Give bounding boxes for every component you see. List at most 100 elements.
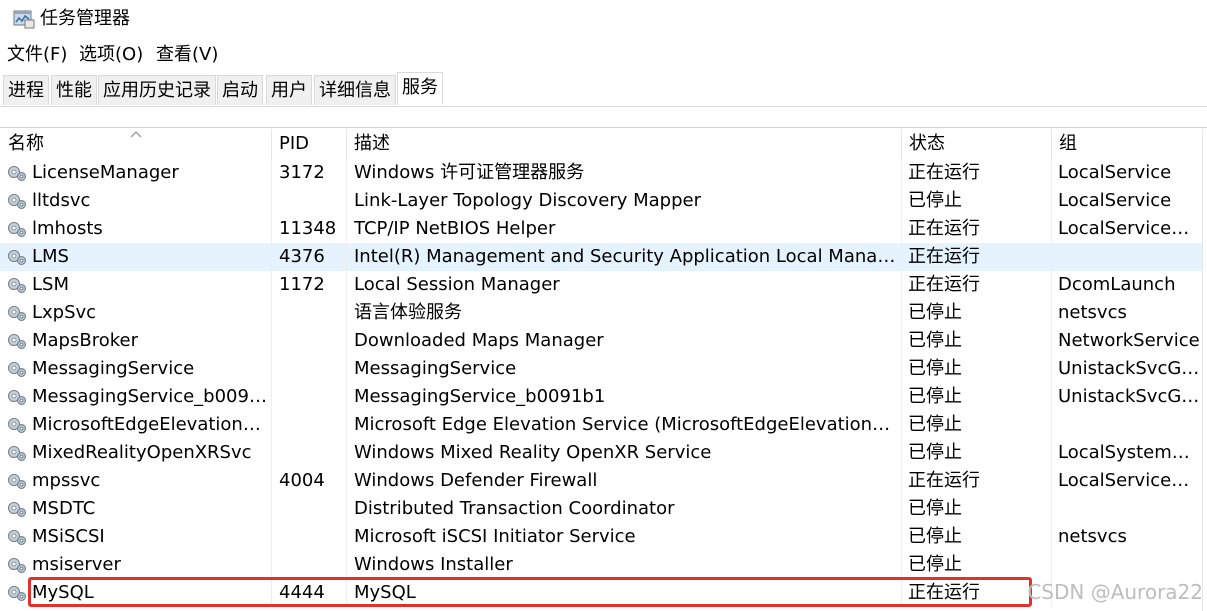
service-group: UnistackSvcGr... xyxy=(1058,358,1200,379)
service-gear-icon xyxy=(8,586,26,601)
table-row[interactable]: LxpSvc 语言体验服务 已停止 netsvcs xyxy=(0,299,1202,327)
cell-divider xyxy=(271,551,272,579)
cell-divider xyxy=(271,495,272,523)
table-row[interactable]: LMS 4376 Intel(R) Management and Security … xyxy=(0,243,1202,271)
service-description: Windows Mixed Reality OpenXR Service xyxy=(354,442,712,463)
tab-processes[interactable]: 进程 xyxy=(3,75,49,105)
tab-services[interactable]: 服务 xyxy=(397,72,443,105)
table-row[interactable]: MixedRealityOpenXRSvc Windows Mixed Reali… xyxy=(0,439,1202,467)
task-manager-icon xyxy=(13,10,35,29)
service-group: NetworkService xyxy=(1058,330,1200,351)
service-description: Windows Installer xyxy=(354,554,513,575)
table-row[interactable]: MicrosoftEdgeElevationSe... Microsoft Edg… xyxy=(0,411,1202,439)
table-row[interactable]: MSiSCSI Microsoft iSCSI Initiator Service… xyxy=(0,523,1202,551)
service-description: Link-Layer Topology Discovery Mapper xyxy=(354,190,702,211)
cell-divider xyxy=(901,271,902,299)
tab-app-history[interactable]: 应用历史记录 xyxy=(98,75,216,105)
column-divider[interactable] xyxy=(901,129,902,159)
service-gear-icon xyxy=(8,558,26,573)
service-description: 语言体验服务 xyxy=(354,302,462,323)
service-description: Microsoft iSCSI Initiator Service xyxy=(354,526,636,547)
column-divider[interactable] xyxy=(271,129,272,159)
cell-divider xyxy=(271,355,272,383)
service-pid: 4004 xyxy=(279,470,325,491)
table-row[interactable]: mpssvc 4004 Windows Defender Firewall 正在运行 L… xyxy=(0,467,1202,495)
cell-divider xyxy=(1051,159,1052,187)
service-status: 正在运行 xyxy=(908,162,980,183)
menu-view[interactable]: 查看(V) xyxy=(154,43,220,67)
service-pid: 1172 xyxy=(279,274,325,295)
service-name: LSM xyxy=(32,274,69,295)
service-description: Intel(R) Management and Security Applica… xyxy=(354,246,899,267)
service-group: DcomLaunch xyxy=(1058,274,1176,295)
cell-divider xyxy=(271,215,272,243)
service-name: MSiSCSI xyxy=(32,526,105,547)
service-status: 已停止 xyxy=(908,554,962,575)
cell-divider xyxy=(901,383,902,411)
cell-divider xyxy=(901,299,902,327)
cell-divider xyxy=(1051,383,1052,411)
table-row[interactable]: LicenseManager 3172 Windows 许可证管理器服务 正在运行 Lo… xyxy=(0,159,1202,187)
menu-options[interactable]: 选项(O) xyxy=(77,43,145,67)
cell-divider xyxy=(901,523,902,551)
service-name: msiserver xyxy=(32,554,121,575)
table-row[interactable]: LSM 1172 Local Session Manager 正在运行 DcomLaun… xyxy=(0,271,1202,299)
tab-startup[interactable]: 启动 xyxy=(217,75,263,105)
tab-performance[interactable]: 性能 xyxy=(51,75,97,105)
cell-divider xyxy=(1051,467,1052,495)
service-pid xyxy=(279,439,345,467)
table-row[interactable]: MessagingService MessagingService 已停止 Unist… xyxy=(0,355,1202,383)
service-gear-icon xyxy=(8,474,26,489)
service-pid: 3172 xyxy=(279,162,325,183)
service-gear-icon xyxy=(8,446,26,461)
sort-ascending-icon xyxy=(130,131,142,138)
service-description: Downloaded Maps Manager xyxy=(354,330,604,351)
column-header-status[interactable]: 状态 xyxy=(901,129,1051,159)
column-header-group[interactable]: 组 xyxy=(1051,129,1202,159)
tab-details[interactable]: 详细信息 xyxy=(314,75,396,105)
service-status: 已停止 xyxy=(908,414,962,435)
service-gear-icon xyxy=(8,166,26,181)
cell-divider xyxy=(1051,215,1052,243)
column-divider[interactable] xyxy=(346,129,347,159)
cell-divider xyxy=(901,411,902,439)
table-row[interactable]: MessagingService_b0091... MessagingServic… xyxy=(0,383,1202,411)
cell-divider xyxy=(901,327,902,355)
column-header-pid[interactable]: PID xyxy=(271,129,346,159)
menu-file[interactable]: 文件(F) xyxy=(5,43,69,67)
cell-divider xyxy=(1051,523,1052,551)
table-row[interactable]: lltdsvc Link-Layer Topology Discovery Map… xyxy=(0,187,1202,215)
service-description: MessagingService_b0091b1 xyxy=(354,386,606,407)
cell-divider xyxy=(346,355,347,383)
table-row[interactable]: msiserver Windows Installer 已停止 xyxy=(0,551,1202,579)
service-status: 已停止 xyxy=(908,190,962,211)
service-gear-icon xyxy=(8,194,26,209)
content-divider xyxy=(0,127,1207,128)
table-row[interactable]: MapsBroker Downloaded Maps Manager 已停止 Netw… xyxy=(0,327,1202,355)
cell-divider xyxy=(1051,439,1052,467)
service-group: LocalServiceN... xyxy=(1058,470,1200,491)
service-pid xyxy=(279,551,345,579)
service-group: LocalServiceN... xyxy=(1058,218,1200,239)
cell-divider xyxy=(271,523,272,551)
cell-divider xyxy=(271,439,272,467)
service-status: 已停止 xyxy=(908,386,962,407)
service-gear-icon xyxy=(8,502,26,517)
cell-divider xyxy=(271,327,272,355)
service-pid: 11348 xyxy=(279,218,337,239)
service-group: netsvcs xyxy=(1058,302,1127,323)
tab-users[interactable]: 用户 xyxy=(266,75,312,105)
cell-divider xyxy=(901,159,902,187)
service-pid xyxy=(279,411,345,439)
service-pid xyxy=(279,327,345,355)
service-group: netsvcs xyxy=(1058,526,1127,547)
service-gear-icon xyxy=(8,418,26,433)
column-header-description[interactable]: 描述 xyxy=(346,129,901,159)
table-row[interactable]: MSDTC Distributed Transaction Coordinator… xyxy=(0,495,1202,523)
table-row[interactable]: lmhosts 11348 TCP/IP NetBIOS Helper 正在运行 Loc… xyxy=(0,215,1202,243)
service-gear-icon xyxy=(8,306,26,321)
service-status: 正在运行 xyxy=(908,218,980,239)
annotation-box xyxy=(28,577,1032,607)
column-divider[interactable] xyxy=(1051,129,1052,159)
service-name: LMS xyxy=(32,246,69,267)
